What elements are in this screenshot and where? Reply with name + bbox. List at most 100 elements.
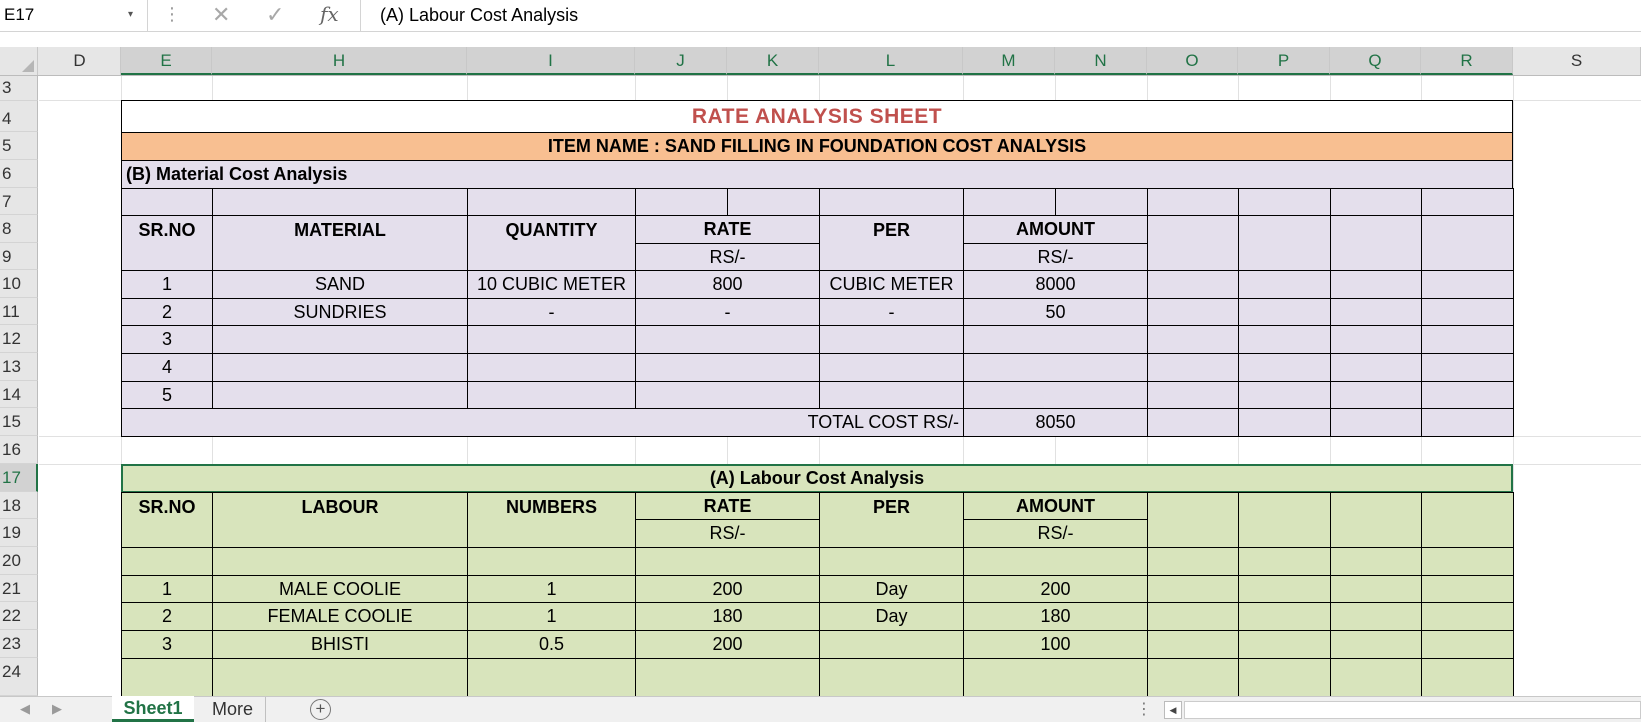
labour-row-2-srno[interactable]: 2 (121, 602, 213, 631)
material-row-2-quantity[interactable]: - (467, 298, 636, 326)
cell[interactable] (121, 188, 213, 216)
row-header-10[interactable]: 10 (0, 270, 38, 298)
cell[interactable] (1238, 270, 1331, 299)
material-row-3-quantity[interactable] (467, 325, 636, 354)
cell[interactable] (1421, 630, 1514, 659)
material-header-amount[interactable]: AMOUNT (963, 215, 1148, 244)
row-header-12[interactable]: 12 (0, 325, 38, 353)
select-all-button[interactable] (0, 47, 38, 75)
labour-row-3-rate[interactable]: 200 (635, 630, 820, 659)
material-row-5-material[interactable] (212, 381, 468, 409)
column-header-e[interactable]: E (121, 47, 212, 75)
material-header-quantity[interactable]: QUANTITY (467, 215, 636, 271)
material-unit-amount[interactable]: RS/- (963, 243, 1148, 271)
column-header-q[interactable]: Q (1330, 47, 1421, 75)
row-header-17[interactable]: 17 (0, 464, 38, 492)
cell[interactable] (1147, 492, 1239, 548)
material-row-2-material[interactable]: SUNDRIES (212, 298, 468, 326)
labour-header-amount[interactable]: AMOUNT (963, 492, 1148, 520)
material-unit-rate[interactable]: RS/- (635, 243, 820, 271)
labour-row-3-per[interactable] (819, 630, 964, 659)
cell[interactable] (1147, 658, 1239, 696)
cell[interactable] (1421, 270, 1514, 299)
material-row-4-amount[interactable] (963, 353, 1148, 382)
add-sheet-icon[interactable]: + (310, 699, 331, 720)
column-header-m[interactable]: M (963, 47, 1055, 75)
cell[interactable] (1330, 547, 1422, 576)
row-header-24[interactable]: 24 (0, 658, 38, 696)
spreadsheet-grid[interactable]: RATE ANALYSIS SHEET ITEM NAME : SAND FIL… (39, 76, 1641, 696)
material-row-1-amount[interactable]: 8000 (963, 270, 1148, 299)
cell[interactable] (1330, 188, 1422, 216)
cell[interactable] (467, 547, 636, 576)
cell[interactable] (1421, 492, 1514, 548)
cell[interactable] (819, 188, 964, 216)
insert-function-icon[interactable]: fx (320, 2, 339, 26)
row-header-11[interactable]: 11 (0, 298, 38, 325)
material-row-5-rate[interactable] (635, 381, 820, 409)
cell[interactable] (1330, 630, 1422, 659)
material-row-4-quantity[interactable] (467, 353, 636, 382)
cell[interactable] (1238, 492, 1331, 548)
tab-scroll-left-icon[interactable]: ◀ (20, 701, 30, 717)
labour-header-srno[interactable]: SR.NO (121, 492, 213, 548)
labour-row-3-numbers[interactable]: 0.5 (467, 630, 636, 659)
material-row-2-amount[interactable]: 50 (963, 298, 1148, 326)
row-header-18[interactable]: 18 (0, 492, 38, 519)
material-row-3-rate[interactable] (635, 325, 820, 354)
material-row-4-srno[interactable]: 4 (121, 353, 213, 382)
cell[interactable] (467, 188, 636, 216)
cell[interactable] (1147, 270, 1239, 299)
cell[interactable] (1421, 298, 1514, 326)
cell[interactable] (1421, 602, 1514, 631)
labour-row-1-srno[interactable]: 1 (121, 575, 213, 603)
material-row-1-quantity[interactable]: 10 CUBIC METER (467, 270, 636, 299)
column-header-l[interactable]: L (819, 47, 963, 75)
cell[interactable] (1330, 215, 1422, 271)
row-header-16[interactable]: 16 (0, 436, 38, 464)
row-header-8[interactable]: 8 (0, 215, 38, 243)
labour-row-2-amount[interactable]: 180 (963, 602, 1148, 631)
cell[interactable] (1147, 381, 1239, 409)
cell[interactable] (1147, 188, 1239, 216)
material-row-4-per[interactable] (819, 353, 964, 382)
column-header-p[interactable]: P (1238, 47, 1330, 75)
cell[interactable] (1421, 575, 1514, 603)
cell[interactable] (1147, 353, 1239, 382)
material-row-1-material[interactable]: SAND (212, 270, 468, 299)
material-row-4-rate[interactable] (635, 353, 820, 382)
row-header-14[interactable]: 14 (0, 381, 38, 408)
material-row-5-quantity[interactable] (467, 381, 636, 409)
tab-more[interactable]: More (200, 697, 266, 722)
material-row-1-per[interactable]: CUBIC METER (819, 270, 964, 299)
row-header-4[interactable]: 4 (0, 101, 38, 132)
row-header-22[interactable]: 22 (0, 602, 38, 630)
cell[interactable] (1421, 325, 1514, 354)
cell[interactable] (635, 188, 728, 216)
cell[interactable] (1238, 658, 1331, 696)
cell[interactable] (1238, 188, 1331, 216)
tab-scroll-right-icon[interactable]: ▶ (52, 701, 62, 717)
check-icon[interactable]: ✓ (266, 2, 284, 28)
cell[interactable] (1147, 575, 1239, 603)
labour-header-numbers[interactable]: NUMBERS (467, 492, 636, 548)
material-row-3-amount[interactable] (963, 325, 1148, 354)
cell[interactable] (467, 658, 636, 696)
material-row-5-amount[interactable] (963, 381, 1148, 409)
material-row-5-srno[interactable]: 5 (121, 381, 213, 409)
cell[interactable] (963, 658, 1148, 696)
material-total-value[interactable]: 8050 (963, 408, 1148, 437)
material-row-1-rate[interactable]: 800 (635, 270, 820, 299)
row-header-19[interactable]: 19 (0, 519, 38, 547)
material-total-label[interactable]: TOTAL COST RS/- (121, 408, 964, 437)
cell[interactable] (1238, 325, 1331, 354)
row-header-7[interactable]: 7 (0, 188, 38, 215)
material-row-1-srno[interactable]: 1 (121, 270, 213, 299)
material-header-material[interactable]: MATERIAL (212, 215, 468, 271)
column-header-d[interactable]: D (39, 47, 121, 75)
material-header-per[interactable]: PER (819, 215, 964, 271)
material-row-5-per[interactable] (819, 381, 964, 409)
cancel-icon[interactable]: ✕ (212, 2, 230, 28)
labour-row-3-srno[interactable]: 3 (121, 630, 213, 659)
chevron-down-icon[interactable]: ▾ (128, 9, 133, 20)
